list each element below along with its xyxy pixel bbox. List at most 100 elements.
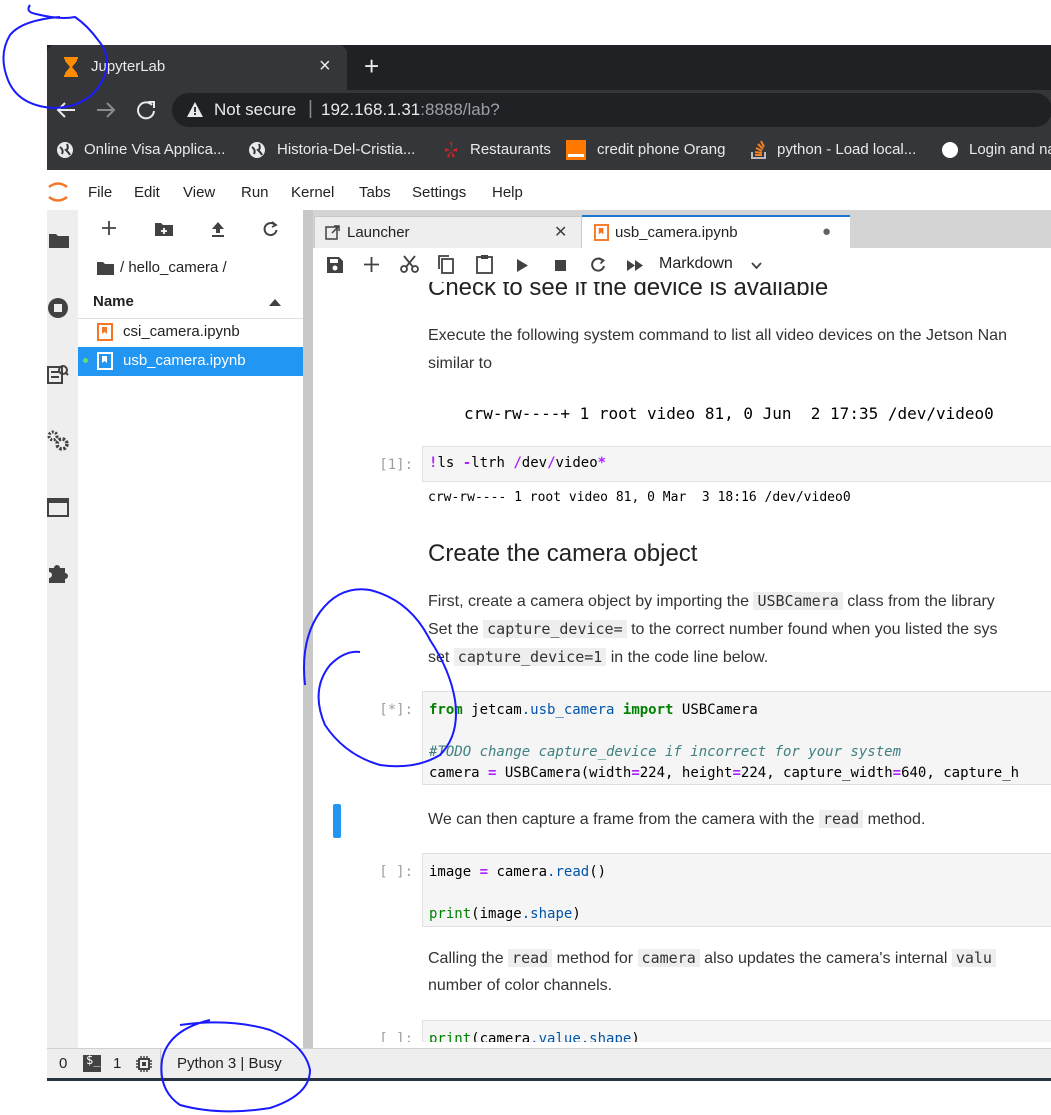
terminal-prompt-glyph: $_ (86, 1053, 101, 1067)
tab-label: Launcher (347, 224, 410, 241)
extension-puzzle-icon[interactable] (47, 562, 69, 584)
upload-icon[interactable] (210, 221, 226, 237)
tab-close-icon[interactable]: ✕ (554, 222, 567, 242)
text: We can then capture a frame from the cam… (428, 811, 819, 828)
globe-icon (249, 142, 265, 158)
text: Set the (428, 621, 484, 638)
back-icon[interactable] (55, 100, 77, 120)
tab-usb-camera-notebook[interactable]: usb_camera.ipynb ● (582, 215, 850, 250)
code-cell-input[interactable]: print(camera.value.shape) (422, 1020, 1051, 1042)
code-cell-input[interactable]: image = camera.read() print(image.shape) (422, 853, 1051, 927)
file-browser-panel: / hello_camera / Name csi_camera.ipynb u… (78, 210, 303, 1048)
text: set (428, 649, 454, 666)
inline-code: read (508, 949, 553, 967)
active-cell-marker (333, 804, 341, 838)
markdown-text: number of color channels. (428, 977, 613, 994)
menu-tabs[interactable]: Tabs (359, 184, 391, 201)
text: First, create a camera object by importi… (428, 593, 754, 610)
inline-code: capture_device=1 (453, 648, 607, 666)
cell-prompt: [ ]: (379, 1031, 413, 1042)
unsaved-dot-icon[interactable]: ● (822, 223, 831, 240)
jupyter-favicon-icon (63, 57, 79, 77)
bookmark-label: Restaurants (470, 141, 551, 158)
menu-edit[interactable]: Edit (134, 184, 160, 201)
open-tabs-icon[interactable] (47, 498, 69, 518)
column-name-header[interactable]: Name (93, 293, 134, 310)
kernel-chip-icon[interactable] (135, 1055, 153, 1073)
property-inspector-gears-icon[interactable] (47, 430, 69, 452)
menu-file[interactable]: File (88, 184, 112, 201)
panel-splitter[interactable] (303, 210, 313, 1048)
terminal-icon[interactable]: $_ (83, 1053, 101, 1072)
url-text: 192.168.1.31:8888/lab? (321, 100, 500, 120)
markdown-text-line[interactable]: We can then capture a frame from the cam… (428, 805, 925, 834)
tab-label: usb_camera.ipynb (615, 224, 738, 241)
warning-icon (186, 101, 204, 118)
code-line: camera = USBCamera(width=224, height=224… (429, 765, 1020, 781)
command-palette-icon[interactable] (47, 363, 69, 385)
browser-tab-jupyterlab[interactable]: JupyterLab × (47, 45, 347, 90)
inline-code: read (819, 810, 864, 828)
notebook-panel[interactable]: Check to see if the device is available … (313, 282, 1051, 1042)
yelp-icon (445, 142, 457, 158)
circle-icon (942, 142, 958, 158)
code-cell-input[interactable]: !ls -ltrh /dev/video* (422, 446, 1051, 482)
terminal-count[interactable]: 0 (59, 1055, 67, 1072)
inline-code: USBCamera (753, 592, 843, 610)
bookmark-label: python - Load local... (777, 141, 917, 158)
refresh-icon[interactable] (262, 221, 279, 238)
tab-launcher[interactable]: Launcher ✕ (314, 216, 582, 249)
code-line: !ls -ltrh /dev/video* (429, 455, 607, 471)
folder-icon[interactable] (49, 232, 69, 248)
menu-kernel[interactable]: Kernel (291, 184, 334, 201)
code-cell-input[interactable]: from jetcam.usb_camera import USBCamera … (422, 691, 1051, 785)
new-folder-icon[interactable] (155, 222, 173, 236)
code-line: print(camera.value.shape) (429, 1031, 640, 1042)
save-icon[interactable] (327, 257, 343, 273)
menu-view[interactable]: View (183, 184, 215, 201)
menu-help[interactable]: Help (492, 184, 523, 201)
file-list-header[interactable]: Name (78, 288, 303, 319)
restart-icon[interactable] (590, 257, 606, 273)
file-item[interactable]: csi_camera.ipynb (78, 318, 303, 347)
kernel-status[interactable]: Python 3 | Busy (177, 1055, 282, 1072)
notebook-icon (97, 352, 113, 370)
not-secure-label: Not secure (214, 100, 297, 119)
new-tab-button[interactable]: + (364, 51, 379, 82)
running-stop-icon[interactable] (47, 297, 69, 319)
kernel-count[interactable]: 1 (113, 1055, 121, 1072)
home-folder-icon[interactable] (97, 262, 114, 275)
cell-output: crw-rw---- 1 root video 81, 0 Mar 3 18:1… (428, 490, 851, 505)
text: in the code line below. (606, 649, 769, 666)
orange-logo-icon (566, 140, 586, 160)
markdown-text-line: set capture_device=1 in the code line be… (428, 643, 768, 672)
paste-icon[interactable] (476, 254, 493, 274)
bookmark-label: Online Visa Applica... (84, 141, 226, 158)
bookmark-label: Historia-Del-Cristia... (277, 141, 416, 158)
insert-cell-plus-icon[interactable] (364, 257, 379, 272)
cut-icon[interactable] (400, 255, 419, 274)
inline-code: valu (951, 949, 996, 967)
markdown-text: Execute the following system command to … (428, 327, 1007, 344)
stop-icon[interactable] (555, 260, 566, 271)
reload-icon[interactable] (135, 99, 157, 121)
notebook-toolbar: Markdown (313, 248, 1051, 283)
url-path: :8888/lab? (420, 100, 500, 119)
code-line: from jetcam.usb_camera import USBCamera (429, 702, 758, 718)
breadcrumb-path[interactable]: / hello_camera / (120, 259, 227, 276)
markdown-code-block: crw-rw----+ 1 root video 81, 0 Jun 2 17:… (464, 404, 994, 423)
markdown-text: similar to (428, 355, 493, 372)
text: also updates the camera's internal (699, 950, 952, 967)
new-launcher-plus-icon[interactable] (101, 220, 117, 236)
file-item-selected[interactable]: usb_camera.ipynb (78, 347, 303, 376)
menu-run[interactable]: Run (241, 184, 269, 201)
fast-forward-icon[interactable] (627, 260, 643, 271)
run-icon[interactable] (517, 259, 528, 272)
forward-icon[interactable] (95, 100, 117, 120)
copy-icon[interactable] (438, 255, 455, 274)
browser-tab-close-icon[interactable]: × (319, 55, 331, 78)
menu-settings[interactable]: Settings (412, 184, 466, 201)
cell-prompt: [*]: (379, 702, 413, 718)
code-line: #TODO change capture_device if incorrect… (429, 744, 902, 760)
address-bar[interactable]: Not secure | 192.168.1.31:8888/lab? (172, 93, 1051, 127)
